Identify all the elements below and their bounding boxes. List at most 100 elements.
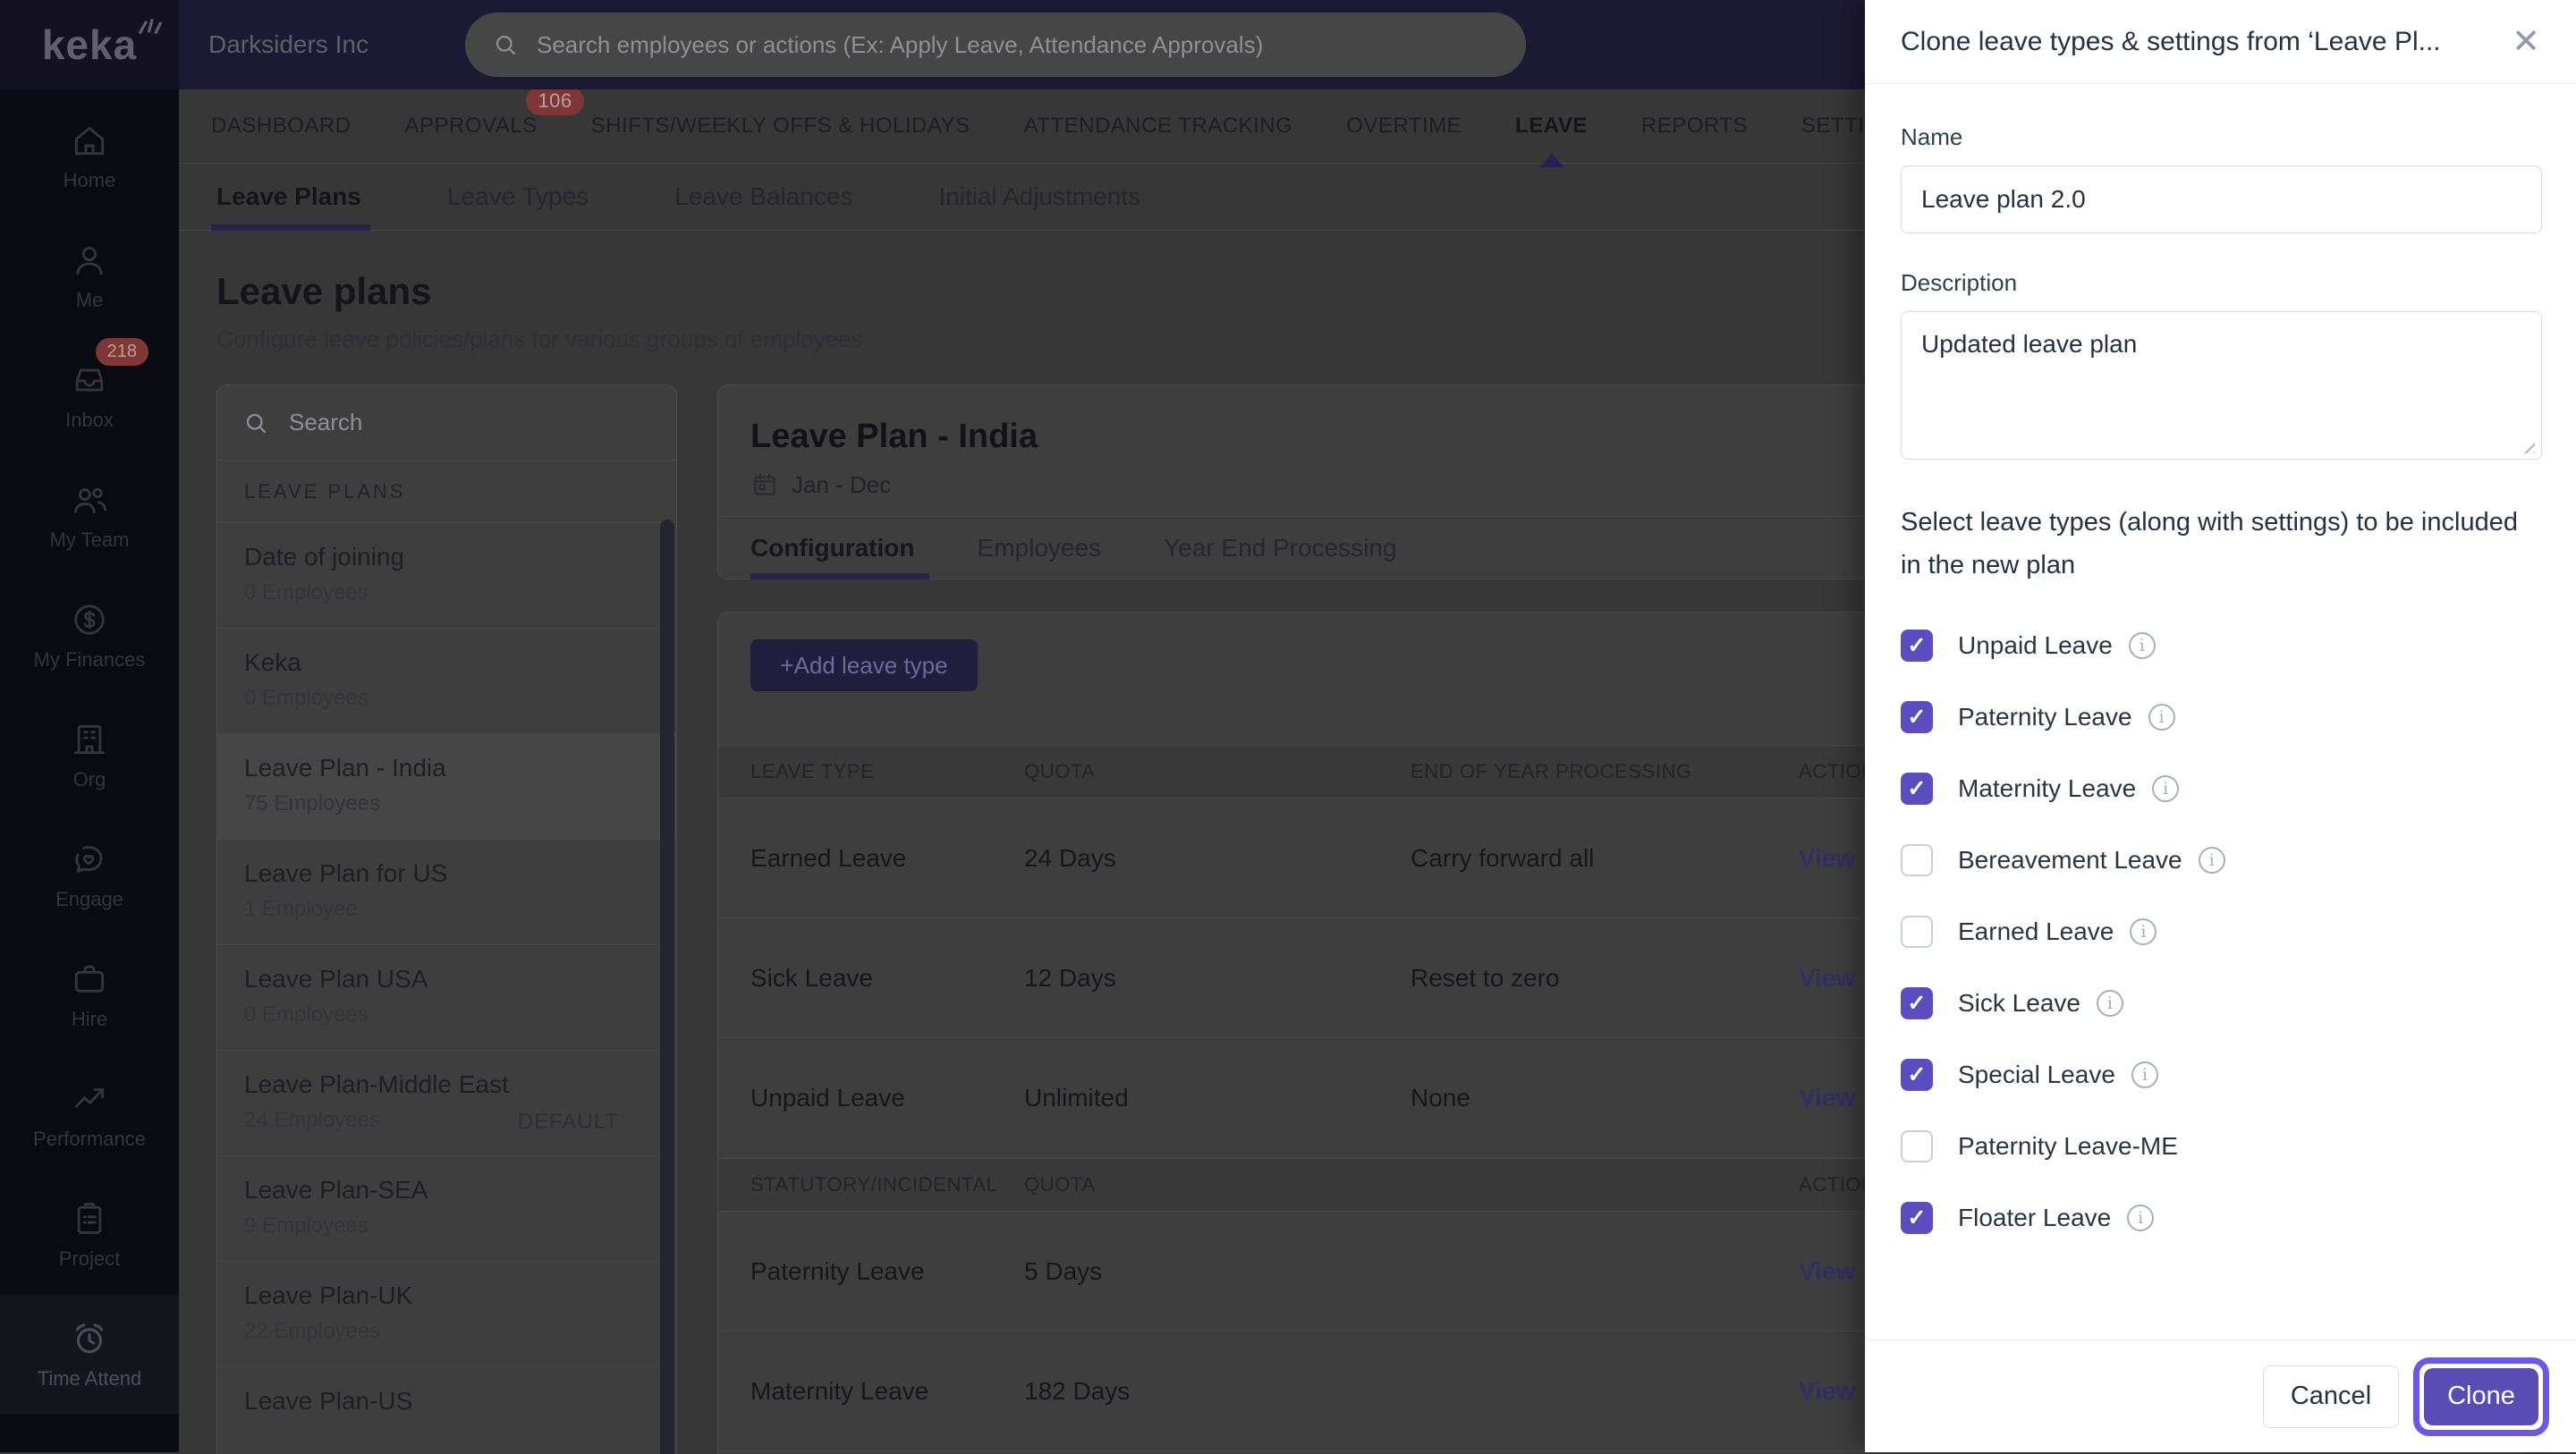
leave-plan-item-leave-plan-sea[interactable]: Leave Plan-SEA 9 Employees xyxy=(217,1156,676,1262)
plan-employee-count: 75 Employees xyxy=(244,791,381,816)
sidebar: keka Home Me Inbox 218 My Team My Finances Org… xyxy=(0,0,179,1452)
plan-employee-count: 22 Employees xyxy=(244,1319,381,1343)
sidebar-item-time-attend[interactable]: Time Attend xyxy=(0,1295,179,1415)
table-cell: 182 Days xyxy=(1024,1376,1131,1405)
sidebar-item-my-finances[interactable]: My Finances xyxy=(0,576,179,696)
leave-type-label: Paternity Leave xyxy=(1958,703,2132,731)
nav-tab-reports[interactable]: REPORTS xyxy=(1641,114,1748,139)
checkbox-paternity-leave[interactable]: ✓ xyxy=(1901,701,1933,733)
leave-type-row-earned-leave: Earned Leave i xyxy=(1901,896,2542,968)
leave-plan-item-leave-plan-us[interactable]: Leave Plan-US xyxy=(217,1367,676,1454)
checkbox-sick-leave[interactable]: ✓ xyxy=(1901,987,1933,1019)
info-icon[interactable]: i xyxy=(2131,1061,2158,1088)
resize-grip-icon[interactable] xyxy=(2521,439,2535,453)
subtab-leave-plans[interactable]: Leave Plans xyxy=(211,164,370,231)
sidebar-item-label: Org xyxy=(72,768,106,790)
sidebar-item-label: My Team xyxy=(49,528,130,551)
nav-tab-leave[interactable]: LEAVE xyxy=(1515,114,1588,139)
plans-search-placeholder: Search xyxy=(289,409,363,435)
leave-plan-item-leave-plan-india[interactable]: Leave Plan - India 75 Employees xyxy=(217,734,676,840)
nav-tab-attendance-tracking[interactable]: ATTENDANCE TRACKING xyxy=(1024,114,1293,139)
leave-plans-panel: Search LEAVE PLANS Date of joining 0 Empl… xyxy=(216,385,677,1454)
info-icon[interactable]: i xyxy=(2128,632,2156,659)
plans-section-label: LEAVE PLANS xyxy=(217,461,676,523)
table-cell: None xyxy=(1411,1083,1470,1112)
default-badge: DEFAULT xyxy=(517,1110,619,1134)
sidebar-item-label: Home xyxy=(63,169,116,191)
leave-plan-item-leave-plan-uk[interactable]: Leave Plan-UK 22 Employees xyxy=(217,1262,676,1367)
checkbox-bereavement-leave[interactable] xyxy=(1901,844,1933,876)
leave-type-label: Unpaid Leave xyxy=(1958,631,2113,659)
info-icon[interactable]: i xyxy=(2198,847,2225,874)
leave-type-row-floater-leave: ✓ Floater Leave i xyxy=(1901,1182,2542,1254)
table-cell: Earned Leave xyxy=(750,843,907,872)
sidebar-item-label: My Finances xyxy=(33,648,146,671)
name-field[interactable] xyxy=(1901,165,2542,233)
subtab-leave-types[interactable]: Leave Types xyxy=(447,164,589,230)
name-label: Name xyxy=(1901,123,1963,150)
leave-plan-item-leave-plan-for-us[interactable]: Leave Plan for US 1 Employee xyxy=(217,840,676,945)
nav-tab-dashboard[interactable]: DASHBOARD xyxy=(211,114,352,139)
plans-search-input[interactable]: Search xyxy=(217,385,676,461)
plan-employee-count: 1 Employee xyxy=(244,897,358,921)
checkbox-floater-leave[interactable]: ✓ xyxy=(1901,1202,1933,1234)
checkbox-special-leave[interactable]: ✓ xyxy=(1901,1059,1933,1091)
home-icon xyxy=(70,121,109,160)
nav-tab-approvals[interactable]: APPROVALS 106 xyxy=(405,87,584,139)
leave-plan-item-leave-plan-usa[interactable]: Leave Plan USA 0 Employees xyxy=(217,945,676,1051)
leave-plan-item-leave-plan-middle-east[interactable]: Leave Plan-Middle East 24 Employees DEFAUL… xyxy=(217,1051,676,1156)
detail-tab-employees[interactable]: Employees xyxy=(978,517,1102,579)
sidebar-item-inbox[interactable]: Inbox 218 xyxy=(0,336,179,456)
leave-type-row-special-leave: ✓ Special Leave i xyxy=(1901,1039,2542,1111)
keka-logo[interactable]: keka xyxy=(0,0,179,89)
leave-plan-item-keka[interactable]: Keka 0 Employees xyxy=(217,629,676,734)
info-icon[interactable]: i xyxy=(2096,990,2123,1017)
close-icon[interactable]: ✕ xyxy=(2512,25,2540,59)
plan-employee-count: 9 Employees xyxy=(244,1213,369,1238)
leave-type-label: Maternity Leave xyxy=(1958,774,2137,802)
drawer-title: Clone leave types & settings from ‘Leave… xyxy=(1901,26,2441,56)
sidebar-item-my-team[interactable]: My Team xyxy=(0,456,179,576)
detail-tab-configuration[interactable]: Configuration xyxy=(750,517,929,579)
subtab-initial-adjustments[interactable]: Initial Adjustments xyxy=(938,164,1140,230)
nav-tab-overtime[interactable]: OVERTIME xyxy=(1346,114,1462,139)
clone-button[interactable]: Clone xyxy=(2424,1367,2538,1425)
sidebar-item-org[interactable]: Org xyxy=(0,696,179,816)
add-leave-type-button[interactable]: +Add leave type xyxy=(750,639,978,691)
sidebar-item-me[interactable]: Me xyxy=(0,216,179,336)
plan-name: Leave Plan-UK xyxy=(244,1281,413,1309)
checkbox-unpaid-leave[interactable]: ✓ xyxy=(1901,630,1933,662)
plan-name: Leave Plan for US xyxy=(244,859,448,887)
calendar-icon xyxy=(754,473,775,495)
table-header-cell: END OF YEAR PROCESSING xyxy=(1411,760,1692,782)
cancel-button[interactable]: Cancel xyxy=(2263,1365,2399,1428)
description-field[interactable]: Updated leave plan xyxy=(1901,311,2542,460)
sidebar-item-label: Engage xyxy=(55,888,123,910)
table-cell: Sick Leave xyxy=(750,963,873,992)
sidebar-item-performance[interactable]: Performance xyxy=(0,1055,179,1175)
leave-plan-item-date-of-joining[interactable]: Date of joining 0 Employees xyxy=(217,523,676,629)
sidebar-item-home[interactable]: Home xyxy=(0,97,179,216)
sidebar-item-engage[interactable]: Engage xyxy=(0,816,179,935)
global-search-input[interactable]: Search employees or actions (Ex: Apply L… xyxy=(465,13,1526,77)
leave-type-row-maternity-leave: ✓ Maternity Leave i xyxy=(1901,753,2542,824)
checkbox-earned-leave[interactable] xyxy=(1901,916,1933,948)
info-icon[interactable]: i xyxy=(2148,704,2175,731)
checkbox-maternity-leave[interactable]: ✓ xyxy=(1901,773,1933,805)
drawer-header: Clone leave types & settings from ‘Leave… xyxy=(1865,0,2576,84)
info-icon[interactable]: i xyxy=(2127,1205,2155,1231)
info-icon[interactable]: i xyxy=(2152,775,2180,802)
checkbox-paternity-leave-me[interactable] xyxy=(1901,1130,1933,1162)
subtab-leave-balances[interactable]: Leave Balances xyxy=(674,164,852,230)
nav-tab-shifts-weekly-offs-holidays[interactable]: SHIFTS/WEEKLY OFFS & HOLIDAYS xyxy=(591,114,970,139)
engage-icon xyxy=(70,840,109,879)
project-icon xyxy=(70,1199,109,1238)
sidebar-item-project[interactable]: Project xyxy=(0,1175,179,1295)
sidebar-item-label: Time Attend xyxy=(37,1367,142,1390)
info-icon[interactable]: i xyxy=(2130,918,2157,945)
sidebar-item-hire[interactable]: Hire xyxy=(0,935,179,1055)
finances-icon xyxy=(70,600,109,639)
plans-scrollbar[interactable] xyxy=(660,520,674,1454)
sidebar-item-label: Hire xyxy=(71,1008,108,1030)
detail-tab-year-end-processing[interactable]: Year End Processing xyxy=(1164,517,1396,579)
